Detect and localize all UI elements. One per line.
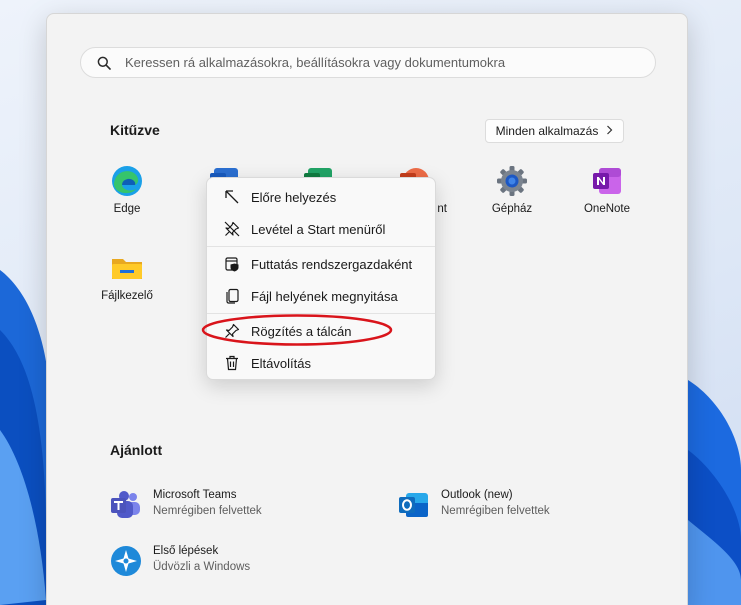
recommended-item-name: Első lépések bbox=[153, 545, 219, 557]
menu-item-label: Eltávolítás bbox=[251, 355, 311, 371]
app-label: OneNote bbox=[583, 203, 631, 215]
menu-item-label: Előre helyezés bbox=[251, 189, 337, 205]
recommended-item-subtitle: Nemrégiben felvettek bbox=[153, 505, 262, 517]
folder-icon bbox=[110, 251, 144, 285]
teams-icon bbox=[109, 488, 143, 522]
recommended-item-outlook[interactable]: Outlook (new) Nemrégiben felvettek bbox=[397, 488, 550, 522]
all-apps-label: Minden alkalmazás bbox=[495, 124, 599, 138]
recommended-item-subtitle: Üdvözli a Windows bbox=[153, 561, 251, 573]
menu-item-label: Levétel a Start menüről bbox=[251, 221, 386, 237]
all-apps-button[interactable]: Minden alkalmazás bbox=[485, 119, 624, 143]
onenote-icon bbox=[590, 164, 624, 198]
menu-item-run-as-admin[interactable]: Futtatás rendszergazdaként bbox=[211, 249, 431, 279]
recommended-item-get-started[interactable]: Első lépések Üdvözli a Windows bbox=[109, 544, 250, 578]
app-label: Gépház bbox=[491, 203, 533, 215]
unpin-icon bbox=[223, 220, 241, 238]
outlook-icon bbox=[397, 488, 431, 522]
pinned-app-settings[interactable]: Gépház bbox=[467, 164, 557, 215]
pinned-app-edge[interactable]: Edge bbox=[82, 164, 172, 215]
settings-gear-icon bbox=[495, 164, 529, 198]
menu-item-uninstall[interactable]: Eltávolítás bbox=[211, 348, 431, 378]
menu-separator bbox=[207, 313, 435, 314]
pinned-section-title: Kitűzve bbox=[110, 122, 160, 138]
get-started-icon bbox=[109, 544, 143, 578]
pinned-app-file-explorer[interactable]: Fájlkezelő bbox=[82, 251, 172, 302]
admin-shield-icon bbox=[223, 255, 241, 273]
recommended-item-name: Microsoft Teams bbox=[153, 489, 237, 501]
menu-item-open-file-location[interactable]: Fájl helyének megnyitása bbox=[211, 281, 431, 311]
menu-item-label: Rögzítés a tálcán bbox=[251, 323, 352, 339]
menu-item-label: Fájl helyének megnyitása bbox=[251, 288, 398, 304]
pin-icon bbox=[223, 322, 241, 340]
chevron-right-icon bbox=[606, 124, 613, 138]
recommended-section-title: Ajánlott bbox=[110, 442, 163, 458]
menu-item-move-to-front[interactable]: Előre helyezés bbox=[211, 182, 431, 212]
context-menu: Előre helyezés Levétel a Start menüről F… bbox=[206, 177, 436, 380]
menu-item-label: Futtatás rendszergazdaként bbox=[251, 256, 413, 272]
arrow-up-left-icon bbox=[223, 188, 241, 206]
trash-icon bbox=[223, 354, 241, 372]
edge-icon bbox=[110, 164, 144, 198]
recommended-item-name: Outlook (new) bbox=[441, 489, 513, 501]
search-icon bbox=[97, 56, 111, 70]
search-placeholder: Keressen rá alkalmazásokra, beállításokr… bbox=[125, 55, 506, 70]
search-box[interactable]: Keressen rá alkalmazásokra, beállításokr… bbox=[80, 47, 656, 78]
recommended-item-teams[interactable]: Microsoft Teams Nemrégiben felvettek bbox=[109, 488, 262, 522]
menu-separator bbox=[207, 246, 435, 247]
app-label: Edge bbox=[113, 203, 141, 215]
menu-item-pin-to-taskbar[interactable]: Rögzítés a tálcán bbox=[211, 316, 431, 346]
recommended-item-subtitle: Nemrégiben felvettek bbox=[441, 505, 550, 517]
pinned-app-onenote[interactable]: OneNote bbox=[562, 164, 652, 215]
open-file-location-icon bbox=[223, 287, 241, 305]
app-label: Fájlkezelő bbox=[101, 290, 153, 302]
menu-item-unpin-from-start[interactable]: Levétel a Start menüről bbox=[211, 214, 431, 244]
